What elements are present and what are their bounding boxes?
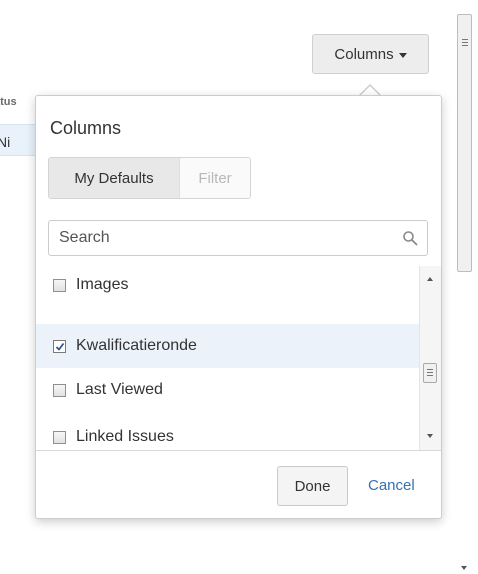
list-item-label: Linked Issues: [76, 428, 174, 445]
tab-group: My Defaults Filter: [48, 157, 251, 199]
checkbox-kwalificatieronde[interactable]: [53, 339, 66, 353]
page-scroll-thumb[interactable]: [457, 14, 472, 272]
list-item-label: Images: [76, 276, 129, 293]
search-input[interactable]: [59, 228, 379, 248]
columns-button[interactable]: Columns: [312, 34, 429, 74]
caret-down-icon: [398, 52, 407, 58]
columns-button-label: Columns: [334, 45, 394, 63]
column-list: Images Kwalificatieronde Last Viewed Lin…: [36, 266, 441, 451]
list-item-kwalificatieronde[interactable]: Kwalificatieronde: [36, 324, 419, 368]
checkbox-last-viewed[interactable]: [53, 383, 66, 397]
cancel-link[interactable]: Cancel: [368, 477, 415, 494]
list-scrollbar[interactable]: [419, 266, 441, 450]
list-item-images[interactable]: Images: [36, 266, 419, 307]
tab-filter[interactable]: Filter: [179, 158, 250, 198]
footer-divider: [36, 450, 441, 451]
status-column-header: atus: [0, 96, 17, 108]
checkmark-icon: [55, 342, 65, 351]
search-field[interactable]: [48, 220, 428, 256]
list-item-last-viewed[interactable]: Last Viewed: [36, 368, 419, 412]
scroll-down-arrow-icon[interactable]: [461, 566, 467, 570]
list-scroll-thumb[interactable]: [423, 363, 437, 383]
table-cell-text: Ni: [0, 134, 11, 150]
page-scrollbar[interactable]: [456, 14, 473, 574]
done-button[interactable]: Done: [277, 466, 348, 506]
popup-title: Columns: [50, 118, 122, 138]
list-item-linked-issues[interactable]: Linked Issues: [36, 415, 419, 451]
tab-my-defaults[interactable]: My Defaults: [49, 158, 179, 198]
columns-popup: Columns My Defaults Filter Images Kwalif…: [35, 95, 442, 519]
scroll-down-arrow-icon[interactable]: [427, 434, 433, 438]
list-item-label: Kwalificatieronde: [76, 337, 197, 354]
checkbox-linked-issues[interactable]: [53, 430, 66, 444]
search-icon[interactable]: [402, 230, 418, 246]
list-item-label: Last Viewed: [76, 381, 163, 398]
checkbox-images[interactable]: [53, 278, 66, 292]
scroll-up-arrow-icon[interactable]: [427, 277, 433, 281]
